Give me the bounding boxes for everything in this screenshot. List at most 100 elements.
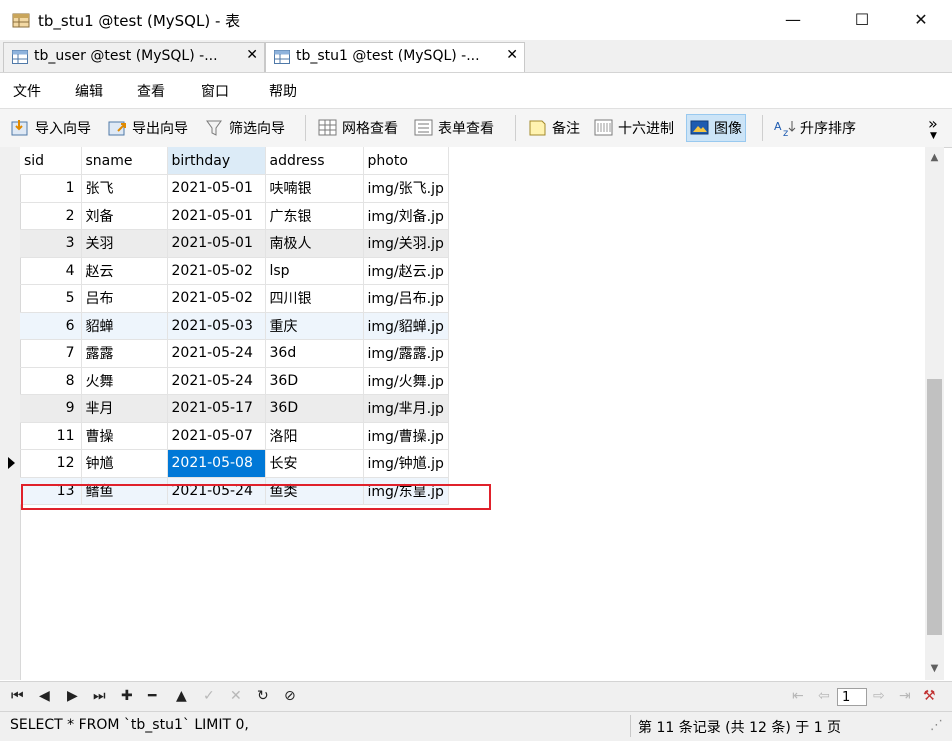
first-page-button[interactable]: ⇤ <box>792 688 804 704</box>
column-header-sid[interactable]: sid <box>20 147 82 175</box>
tab-close-icon[interactable]: ✕ <box>506 47 518 63</box>
column-header-photo[interactable]: photo <box>363 147 449 175</box>
table-row[interactable]: 11 曹操 2021-05-07 洛阳 img/曹操.jp <box>20 422 449 450</box>
maximize-button[interactable]: ☐ <box>839 0 885 40</box>
cell-sname[interactable]: 关羽 <box>81 229 168 258</box>
minimize-button[interactable]: — <box>770 0 816 40</box>
next-record-button[interactable]: ▶ <box>67 688 78 704</box>
cell-birthday[interactable]: 2021-05-02 <box>167 284 266 313</box>
table-row[interactable]: 7 露露 2021-05-24 36d img/露露.jp <box>20 339 449 368</box>
menu-file[interactable]: 文件 <box>13 81 41 101</box>
cell-photo[interactable]: img/刘备.jp <box>363 202 449 230</box>
table-row[interactable]: 6 貂蝉 2021-05-03 重庆 img/貂蝉.jp <box>20 312 449 340</box>
image-button[interactable]: 图像 <box>686 114 746 142</box>
cell-sid[interactable]: 6 <box>20 312 82 340</box>
table-row[interactable]: 9 芈月 2021-05-17 36D img/芈月.jp <box>20 394 449 423</box>
cell-sid[interactable]: 1 <box>20 174 82 203</box>
cell-photo[interactable]: img/貂蝉.jp <box>363 312 449 340</box>
tab-tb-stu1[interactable]: tb_stu1 @test (MySQL) -... ✕ <box>265 42 525 72</box>
add-record-button[interactable]: ✚ <box>121 688 133 704</box>
table-row-selected[interactable]: 12 钟馗 2021-05-08 长安 img/钟馗.jp <box>20 449 449 478</box>
table-row[interactable]: 1 张飞 2021-05-01 呋喃银 img/张飞.jp <box>20 174 449 203</box>
scrollbar-thumb[interactable] <box>927 379 942 635</box>
confirm-button[interactable]: ✓ <box>203 688 215 704</box>
table-row[interactable]: 2 刘备 2021-05-01 广东银 img/刘备.jp <box>20 202 449 230</box>
grid-view-button[interactable]: 网格查看 <box>318 116 398 140</box>
scroll-up-icon[interactable]: ▲ <box>925 149 944 167</box>
cell-birthday[interactable]: 2021-05-02 <box>167 257 266 285</box>
vertical-scrollbar[interactable]: ▲ ▼ <box>925 147 944 680</box>
cell-sid[interactable]: 5 <box>20 284 82 313</box>
hex-button[interactable]: 十六进制 <box>594 116 674 140</box>
page-number-input[interactable]: 1 <box>837 688 867 706</box>
cell-birthday[interactable]: 2021-05-01 <box>167 174 266 203</box>
cell-photo[interactable]: img/关羽.jp <box>363 229 449 258</box>
table-row[interactable]: 8 火舞 2021-05-24 36D img/火舞.jp <box>20 367 449 395</box>
refresh-button[interactable]: ↻ <box>257 688 269 704</box>
menu-view[interactable]: 查看 <box>137 81 165 101</box>
cell-photo[interactable]: img/张飞.jp <box>363 174 449 203</box>
next-page-button[interactable]: ⇨ <box>873 688 885 704</box>
cell-photo[interactable]: img/火舞.jp <box>363 367 449 395</box>
cell-photo[interactable]: img/露露.jp <box>363 339 449 368</box>
sort-ascending-button[interactable]: A z 升序排序 <box>774 116 856 140</box>
cell-address[interactable]: 南极人 <box>265 229 364 258</box>
tab-close-icon[interactable]: ✕ <box>246 47 258 63</box>
table-row[interactable]: 4 赵云 2021-05-02 lsp img/赵云.jp <box>20 257 449 285</box>
cell-birthday[interactable]: 2021-05-03 <box>167 312 266 340</box>
cell-sid[interactable]: 11 <box>20 422 82 450</box>
cell-address[interactable]: 洛阳 <box>265 422 364 450</box>
cell-photo[interactable]: img/芈月.jp <box>363 394 449 423</box>
cell-sname[interactable]: 曹操 <box>81 422 168 450</box>
cell-sid[interactable]: 8 <box>20 367 82 395</box>
cell-sid[interactable]: 2 <box>20 202 82 230</box>
column-header-address[interactable]: address <box>265 147 364 175</box>
cell-photo[interactable]: img/赵云.jp <box>363 257 449 285</box>
apply-changes-button[interactable]: ▲ <box>176 688 187 704</box>
export-wizard-button[interactable]: 导出向导 <box>108 116 188 140</box>
cell-photo[interactable]: img/钟馗.jp <box>363 449 449 478</box>
memo-button[interactable]: 备注 <box>528 116 580 140</box>
cell-sid[interactable]: 7 <box>20 339 82 368</box>
cell-sname[interactable]: 钟馗 <box>81 449 168 478</box>
cell-sid[interactable]: 9 <box>20 394 82 423</box>
cell-photo[interactable]: img/曹操.jp <box>363 422 449 450</box>
menu-edit[interactable]: 编辑 <box>75 81 103 101</box>
toolbar-scroll-down-icon[interactable]: ▼ <box>930 131 937 141</box>
cell-birthday[interactable]: 2021-05-17 <box>167 394 266 423</box>
cell-sname[interactable]: 芈月 <box>81 394 168 423</box>
cell-sname[interactable]: 刘备 <box>81 202 168 230</box>
previous-record-button[interactable]: ◀ <box>39 688 50 704</box>
cell-sname[interactable]: 张飞 <box>81 174 168 203</box>
cell-sname[interactable]: 露露 <box>81 339 168 368</box>
cell-address[interactable]: 36d <box>265 339 364 368</box>
column-header-sname[interactable]: sname <box>81 147 168 175</box>
cell-sid[interactable]: 3 <box>20 229 82 258</box>
stop-button[interactable]: ⊘ <box>284 688 296 704</box>
cell-birthday[interactable]: 2021-05-24 <box>167 367 266 395</box>
menu-window[interactable]: 窗口 <box>201 81 229 101</box>
cell-photo[interactable]: img/吕布.jp <box>363 284 449 313</box>
cell-address[interactable]: 重庆 <box>265 312 364 340</box>
cell-birthday[interactable]: 2021-05-01 <box>167 202 266 230</box>
cell-address[interactable]: 四川银 <box>265 284 364 313</box>
cell-address[interactable]: 36D <box>265 394 364 423</box>
delete-record-button[interactable]: ━ <box>148 688 156 704</box>
tab-tb-user[interactable]: tb_user @test (MySQL) -... ✕ <box>3 42 265 72</box>
cell-sname[interactable]: 貂蝉 <box>81 312 168 340</box>
cell-sid[interactable]: 4 <box>20 257 82 285</box>
cell-address[interactable]: 36D <box>265 367 364 395</box>
cell-address[interactable]: 长安 <box>265 449 364 478</box>
discard-changes-button[interactable]: ✕ <box>230 688 242 704</box>
table-row[interactable]: 5 吕布 2021-05-02 四川银 img/吕布.jp <box>20 284 449 313</box>
cell-address[interactable]: 广东银 <box>265 202 364 230</box>
cell-sname[interactable]: 火舞 <box>81 367 168 395</box>
cell-sid[interactable]: 12 <box>20 449 82 478</box>
cell-sname[interactable]: 吕布 <box>81 284 168 313</box>
previous-page-button[interactable]: ⇦ <box>818 688 830 704</box>
column-header-birthday[interactable]: birthday <box>167 147 266 175</box>
cell-birthday[interactable]: 2021-05-24 <box>167 339 266 368</box>
cell-address[interactable]: 呋喃银 <box>265 174 364 203</box>
cell-birthday-selected[interactable]: 2021-05-08 <box>167 449 266 478</box>
table-row[interactable]: 3 关羽 2021-05-01 南极人 img/关羽.jp <box>20 229 449 258</box>
